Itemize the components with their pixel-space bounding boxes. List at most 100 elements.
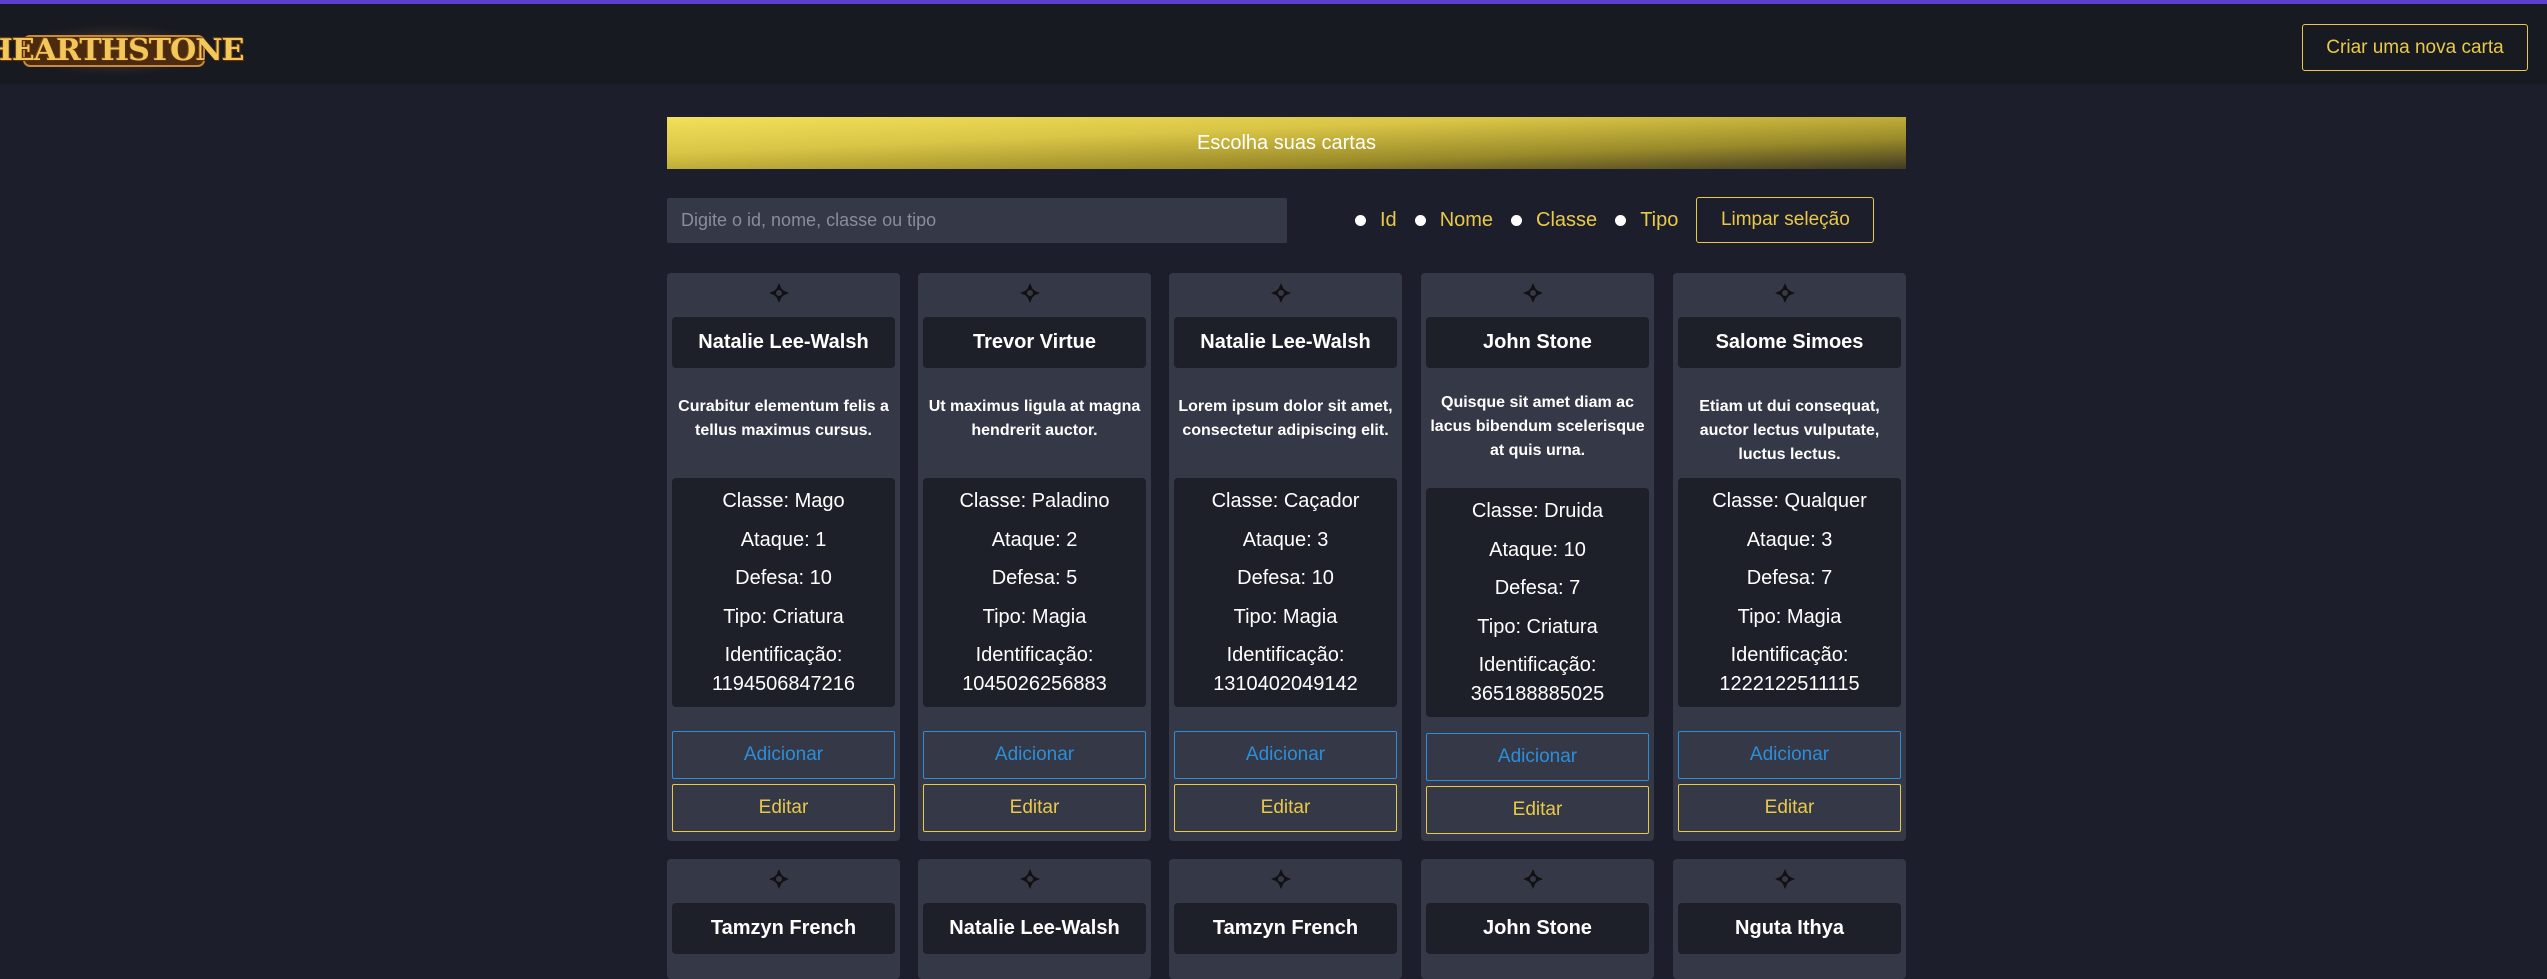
card-classe: Classe: Paladino (959, 490, 1110, 512)
card-name: Tamzyn French (672, 903, 895, 954)
card-ataque: Ataque: 3 (1746, 528, 1833, 551)
card-defesa: Defesa: 10 (735, 567, 832, 589)
edit-button[interactable]: Editar (923, 784, 1146, 832)
card-name: Salome Simoes (1678, 317, 1901, 368)
card-name: Nguta Ithya (1678, 903, 1901, 954)
card[interactable]: Natalie Lee-Walsh (918, 859, 1151, 979)
search-input[interactable] (667, 198, 1287, 243)
card-description: Etiam ut dui consequat, auctor lectus vu… (1699, 398, 1880, 463)
card-id-label: Identificação: (1730, 644, 1849, 666)
card[interactable]: John Stone (1421, 859, 1654, 979)
card-tipo: Tipo: Magia (1233, 605, 1338, 628)
edit-button[interactable]: Editar (672, 784, 895, 832)
logo-text: HEARTHSTONE (0, 32, 245, 68)
mana-gem-icon (1020, 283, 1040, 303)
mana-gem-icon (1775, 869, 1795, 889)
card-id: 1045026256883 (962, 673, 1107, 695)
edit-button[interactable]: Editar (1426, 786, 1649, 834)
radio-dot-icon (1414, 214, 1426, 226)
card-stats: Classe: Qualquer Ataque: 3 Defesa: 7 Tip… (1678, 478, 1901, 707)
card-id: 1310402049142 (1213, 673, 1358, 695)
add-button[interactable]: Adicionar (923, 731, 1146, 779)
card-id: 1194506847216 (711, 673, 856, 695)
card[interactable]: Tamzyn French (1169, 859, 1402, 979)
card-id-label: Identificação: (1226, 644, 1345, 666)
add-button[interactable]: Adicionar (1174, 731, 1397, 779)
card-description: Quisque sit amet diam ac lacus bibendum … (1430, 394, 1645, 459)
card-description: Lorem ipsum dolor sit amet, consectetur … (1178, 398, 1393, 439)
top-bar: HEARTHSTONE Criar uma nova carta (0, 0, 2547, 84)
card-name: Natalie Lee-Walsh (1174, 317, 1397, 368)
filter-radio-classe[interactable]: Classe (1511, 209, 1597, 232)
card-name: John Stone (1426, 317, 1649, 368)
card-ataque: Ataque: 1 (740, 528, 827, 551)
card-defesa: Defesa: 5 (991, 567, 1078, 589)
filter-radio-tipo[interactable]: Tipo (1615, 209, 1678, 232)
card-id: 365188885025 (1470, 683, 1605, 705)
card-id-label: Identificação: (975, 644, 1094, 666)
mana-gem-icon (769, 283, 789, 303)
card-classe: Classe: Mago (722, 490, 845, 512)
filter-options: Id Nome Classe Tipo Limpar seleção (1355, 197, 1875, 243)
card[interactable]: Tamzyn French (667, 859, 900, 979)
hearthstone-logo[interactable]: HEARTHSTONE (0, 24, 245, 76)
filter-label: Id (1380, 208, 1397, 231)
card-defesa: Defesa: 10 (1237, 567, 1334, 589)
card-name: John Stone (1426, 903, 1649, 954)
card-tipo: Tipo: Criatura (1477, 615, 1598, 638)
card-id-label: Identificação: (1478, 654, 1597, 676)
card-classe: Classe: Druida (1471, 500, 1604, 522)
card-ataque: Ataque: 10 (1489, 538, 1586, 561)
card-name: Natalie Lee-Walsh (672, 317, 895, 368)
edit-button[interactable]: Editar (1174, 784, 1397, 832)
add-button[interactable]: Adicionar (1426, 733, 1649, 781)
card-classe: Classe: Caçador (1211, 490, 1360, 512)
card-name: Natalie Lee-Walsh (923, 903, 1146, 954)
mana-gem-icon (1271, 283, 1291, 303)
page-banner: Escolha suas cartas (667, 117, 1906, 169)
add-button[interactable]: Adicionar (1678, 731, 1901, 779)
card-name: Tamzyn French (1174, 903, 1397, 954)
card-stats: Classe: Mago Ataque: 1 Defesa: 10 Tipo: … (672, 478, 895, 707)
edit-button[interactable]: Editar (1678, 784, 1901, 832)
card[interactable]: Salome Simoes Etiam ut dui consequat, au… (1673, 273, 1906, 841)
card[interactable]: John Stone Quisque sit amet diam ac lacu… (1421, 273, 1654, 841)
filter-radio-id[interactable]: Id (1355, 209, 1397, 232)
mana-gem-icon (1523, 869, 1543, 889)
card-ataque: Ataque: 2 (991, 528, 1078, 551)
card[interactable]: Natalie Lee-Walsh Curabitur elementum fe… (667, 273, 900, 841)
add-button[interactable]: Adicionar (672, 731, 895, 779)
filter-label: Classe (1536, 208, 1598, 231)
card-classe: Classe: Qualquer (1712, 490, 1867, 512)
card-stats: Classe: Druida Ataque: 10 Defesa: 7 Tipo… (1426, 488, 1649, 717)
card[interactable]: Nguta Ithya (1673, 859, 1906, 979)
card-id: 1222122511115 (1719, 673, 1860, 695)
filter-label: Tipo (1640, 208, 1679, 231)
radio-dot-icon (1615, 214, 1627, 226)
card-name: Trevor Virtue (923, 317, 1146, 368)
card-defesa: Defesa: 7 (1494, 577, 1581, 599)
mana-gem-icon (1523, 283, 1543, 303)
filter-radio-nome[interactable]: Nome (1414, 208, 1494, 232)
mana-gem-icon (1271, 869, 1291, 889)
card[interactable]: Trevor Virtue Ut maximus ligula at magna… (918, 273, 1151, 841)
mana-gem-icon (1020, 869, 1040, 889)
mana-gem-icon (769, 869, 789, 889)
radio-dot-icon (1355, 214, 1366, 226)
new-card-button[interactable]: Criar uma nova carta (2302, 24, 2528, 71)
filter-label: Nome (1439, 208, 1494, 231)
card-tipo: Tipo: Criatura (723, 605, 844, 628)
card[interactable]: Natalie Lee-Walsh Lorem ipsum dolor sit … (1169, 273, 1402, 841)
card-ataque: Ataque: 3 (1242, 528, 1329, 551)
mana-gem-icon (1775, 283, 1795, 303)
radio-dot-icon (1511, 214, 1523, 226)
card-defesa: Defesa: 7 (1746, 567, 1833, 589)
card-description: Curabitur elementum felis a tellus maxim… (678, 398, 889, 439)
card-stats: Classe: Caçador Ataque: 3 Defesa: 10 Tip… (1174, 478, 1397, 707)
card-stats: Classe: Paladino Ataque: 2 Defesa: 5 Tip… (923, 478, 1146, 707)
card-id-label: Identificação: (724, 644, 843, 666)
card-tipo: Tipo: Magia (1737, 605, 1842, 628)
clear-selection-button[interactable]: Limpar seleção (1696, 197, 1875, 243)
card-tipo: Tipo: Magia (982, 605, 1087, 628)
card-description: Ut maximus ligula at magna hendrerit auc… (928, 398, 1141, 439)
